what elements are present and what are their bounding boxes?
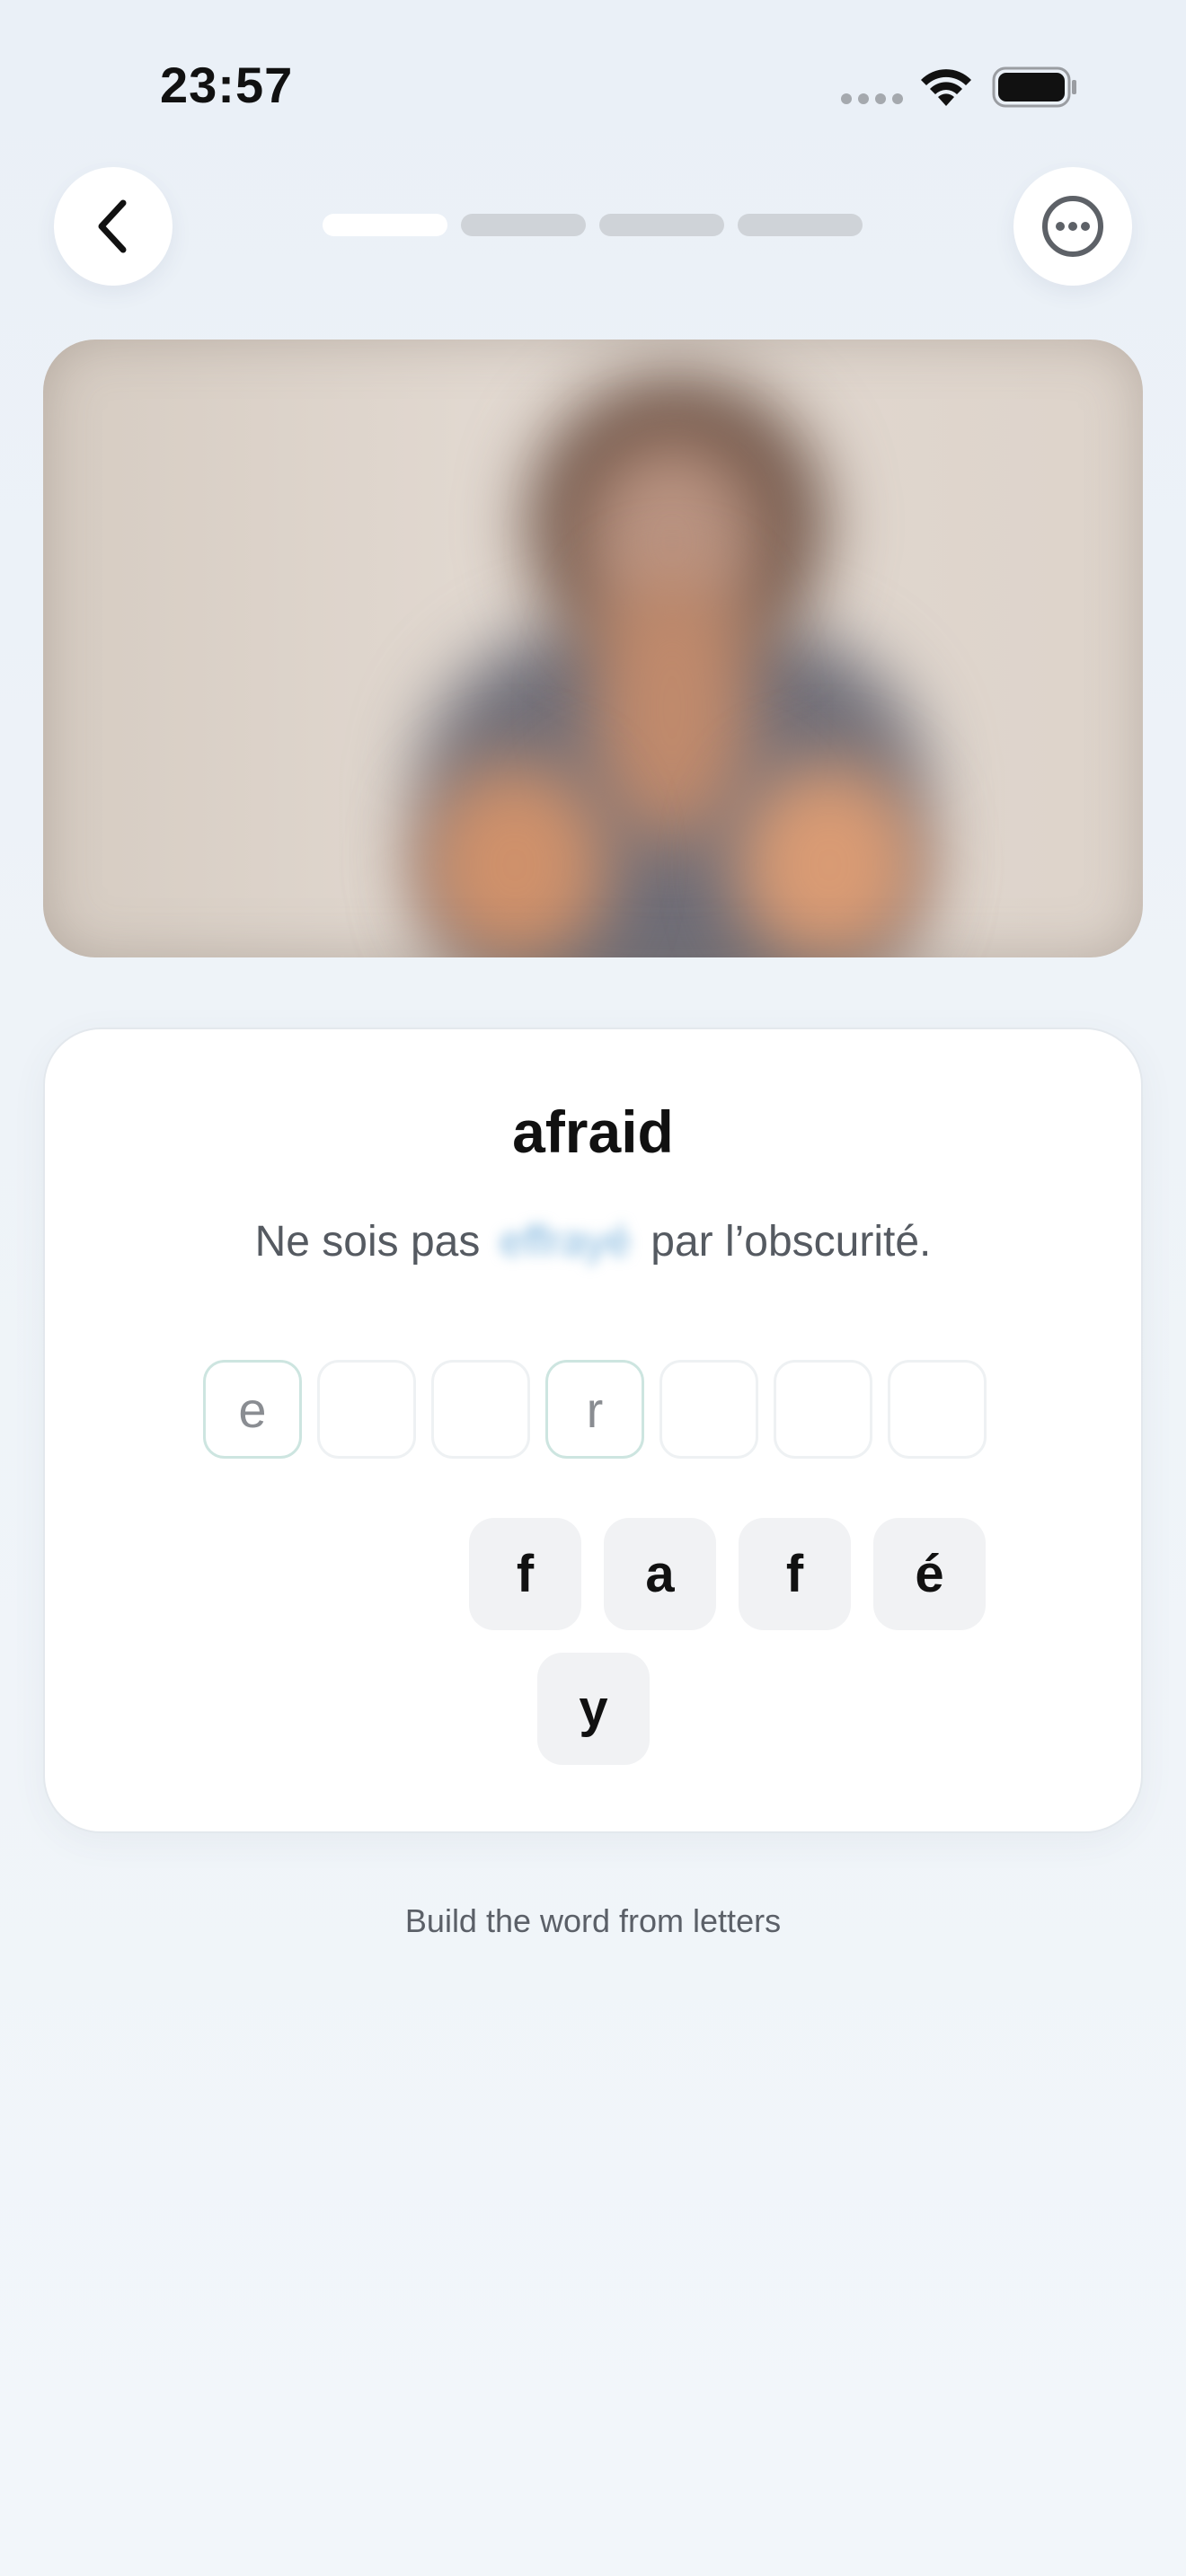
letter-tiles: y	[537, 1653, 650, 1765]
letter-tiles: f a f é	[469, 1518, 986, 1630]
letter-slots: e r	[203, 1360, 987, 1459]
progress-segment	[599, 214, 724, 236]
letter-slot[interactable]	[659, 1360, 758, 1459]
sentence-after: par l’obscurité.	[651, 1218, 932, 1266]
target-word: afraid	[512, 1098, 674, 1165]
progress-segment	[461, 214, 586, 236]
letter-slot[interactable]	[431, 1360, 530, 1459]
letter-tile[interactable]: é	[873, 1518, 986, 1630]
progress-indicator	[323, 214, 863, 236]
progress-segment	[323, 214, 447, 236]
back-button[interactable]	[54, 167, 173, 286]
letter-tile[interactable]: f	[469, 1518, 581, 1630]
letter-slot[interactable]	[317, 1360, 416, 1459]
letter-slot[interactable]	[888, 1360, 987, 1459]
sentence-blank: effrayé	[500, 1218, 632, 1266]
letter-slot[interactable]: e	[203, 1360, 302, 1459]
illustration-image	[43, 340, 1143, 957]
cellular-signal-icon	[841, 93, 903, 104]
letter-tile[interactable]: y	[537, 1653, 650, 1765]
letter-tile[interactable]: f	[739, 1518, 851, 1630]
letter-slot[interactable]	[774, 1360, 872, 1459]
more-options-button[interactable]	[1013, 167, 1132, 286]
wifi-icon	[921, 69, 971, 106]
example-sentence: Ne sois pas effrayé par l’obscurité.	[0, 1217, 1186, 1266]
progress-segment	[738, 214, 863, 236]
sentence-before: Ne sois pas	[254, 1218, 481, 1266]
chevron-left-icon	[98, 199, 127, 253]
status-time: 23:57	[160, 57, 294, 113]
letter-tile[interactable]: a	[604, 1518, 716, 1630]
instruction-hint: Build the word from letters	[404, 1902, 782, 1939]
ellipsis-circle-icon	[1042, 196, 1103, 257]
letter-slot[interactable]: r	[545, 1360, 644, 1459]
battery-icon	[992, 66, 1076, 108]
